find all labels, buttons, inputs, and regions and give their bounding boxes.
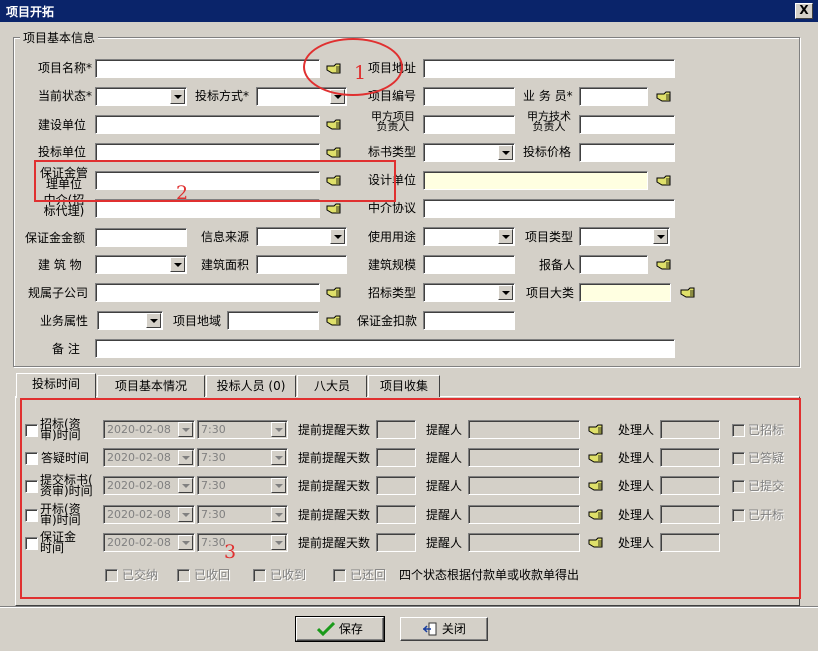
salesman-label: 业 务 员* <box>523 89 573 103</box>
project-category-input[interactable] <box>579 283 671 302</box>
project-type-select[interactable] <box>579 227 670 246</box>
tab-project-basic[interactable]: 项目基本情况 <box>97 375 205 397</box>
close-window-button[interactable]: X <box>795 3 813 19</box>
project-name-input[interactable] <box>95 59 320 78</box>
agent-agreement-label: 中介协议 <box>368 201 417 215</box>
close-button[interactable]: 关闭 <box>400 617 488 641</box>
project-region-label: 项目地域 <box>173 314 222 328</box>
pick-hand-icon[interactable] <box>326 147 342 159</box>
annotation-number-2: 2 <box>176 182 189 204</box>
annotation-box-2 <box>34 160 396 202</box>
business-attr-label: 业务属性 <box>40 314 89 328</box>
reporter-input[interactable] <box>579 255 648 274</box>
annotation-number-1: 1 <box>354 62 367 84</box>
usage-select[interactable] <box>423 227 515 246</box>
tab-bid-time[interactable]: 投标时间 <box>16 373 96 398</box>
save-button[interactable]: 保存 <box>295 616 385 642</box>
pick-hand-icon[interactable] <box>656 175 672 187</box>
bid-price-label: 投标价格 <box>523 145 572 159</box>
remark-input[interactable] <box>95 339 675 358</box>
building-area-input[interactable] <box>256 255 347 274</box>
building-label: 建 筑 物 <box>38 258 82 272</box>
owner-tech-label: 甲方技术 负责人 <box>527 110 571 133</box>
build-unit-label: 建设单位 <box>38 118 87 132</box>
tab-bid-staff[interactable]: 投标人员 (0) <box>206 375 296 397</box>
deposit-amount-input[interactable] <box>95 228 187 247</box>
pick-hand-icon[interactable] <box>656 91 672 103</box>
building-area-label: 建筑面积 <box>201 258 250 272</box>
owner-tech-input[interactable] <box>579 115 675 134</box>
status-label: 当前状态* <box>38 89 93 103</box>
bid-unit-label: 投标单位 <box>38 145 87 159</box>
reporter-label: 报备人 <box>539 258 576 272</box>
usage-label: 使用用途 <box>368 230 417 244</box>
agent-agreement-input[interactable] <box>423 199 675 218</box>
remark-label: 备 注 <box>52 342 80 356</box>
bid-method-label: 投标方式* <box>195 89 250 103</box>
pick-hand-icon[interactable] <box>656 259 672 271</box>
design-unit-input[interactable] <box>423 171 648 190</box>
project-name-label: 项目名称* <box>38 61 93 75</box>
annotation-box-3 <box>20 398 801 599</box>
bid-price-input[interactable] <box>579 143 675 162</box>
tender-type-label: 招标类型 <box>368 286 417 300</box>
pick-hand-icon[interactable] <box>680 287 696 299</box>
bottom-divider <box>0 606 818 608</box>
business-attr-select[interactable] <box>97 311 163 330</box>
building-scale-input[interactable] <box>423 255 515 274</box>
info-source-label: 信息来源 <box>201 230 250 244</box>
save-button-label: 保存 <box>338 622 363 636</box>
project-region-input[interactable] <box>227 311 319 330</box>
status-select[interactable] <box>95 87 187 106</box>
project-no-input[interactable] <box>423 87 515 106</box>
tab-project-collect[interactable]: 项目收集 <box>368 375 440 397</box>
tab-eight-staff[interactable]: 八大员 <box>297 375 367 397</box>
basic-info-group-title: 项目基本信息 <box>20 29 99 46</box>
bid-doc-type-label: 标书类型 <box>368 145 417 159</box>
subsidiary-label: 规属子公司 <box>28 286 89 300</box>
project-type-label: 项目类型 <box>525 230 574 244</box>
owner-pm-input[interactable] <box>423 115 515 134</box>
annotation-number-3: 3 <box>224 541 237 563</box>
project-address-input[interactable] <box>423 59 675 78</box>
project-category-label: 项目大类 <box>526 286 575 300</box>
salesman-input[interactable] <box>579 87 648 106</box>
bid-doc-type-select[interactable] <box>423 143 515 162</box>
pick-hand-icon[interactable] <box>326 315 342 327</box>
annotation-circle-1 <box>303 38 403 96</box>
close-button-label: 关闭 <box>441 622 466 636</box>
deposit-amount-label: 保证金金额 <box>25 231 86 245</box>
building-scale-label: 建筑规模 <box>368 258 417 272</box>
build-unit-input[interactable] <box>95 115 320 134</box>
pick-hand-icon[interactable] <box>326 287 342 299</box>
pick-hand-icon[interactable] <box>326 119 342 131</box>
deposit-deduct-input[interactable] <box>423 311 515 330</box>
deposit-deduct-label: 保证金扣款 <box>357 314 418 328</box>
subsidiary-input[interactable] <box>95 283 320 302</box>
info-source-select[interactable] <box>256 227 347 246</box>
building-select[interactable] <box>95 255 187 274</box>
exit-door-icon <box>423 622 437 636</box>
owner-pm-label: 甲方项目 负责人 <box>371 110 415 133</box>
tender-type-select[interactable] <box>423 283 515 302</box>
window-title: 项目开拓 <box>6 5 55 19</box>
window-titlebar: 项目开拓 <box>0 0 818 22</box>
pick-hand-icon[interactable] <box>326 203 342 215</box>
checkmark-icon <box>317 621 336 637</box>
